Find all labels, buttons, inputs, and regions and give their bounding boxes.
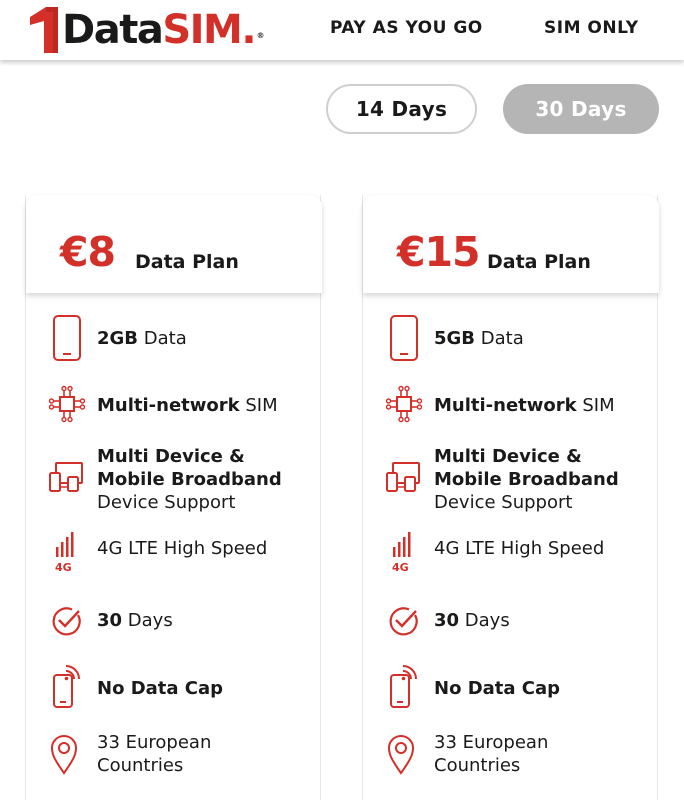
days-count: 30 xyxy=(434,610,460,631)
location-pin-icon xyxy=(385,733,423,783)
plan-card-header: €15 Data Plan xyxy=(363,195,659,293)
countries-line-2: Countries xyxy=(97,755,184,776)
plan-price: €15 xyxy=(397,228,481,276)
countries-line-1: 33 European xyxy=(97,732,212,753)
site-header: DataSIM. ® PAY AS YOU GO SIM ONLY xyxy=(0,0,684,60)
plan-label: Data Plan xyxy=(487,251,591,273)
svg-text:4G: 4G xyxy=(55,561,72,573)
speed-text: 4G LTE High Speed xyxy=(434,538,605,559)
speed-text: 4G LTE High Speed xyxy=(97,538,268,559)
device-line-2: Mobile Broadband xyxy=(97,469,282,490)
toggle-30-days[interactable]: 30 Days xyxy=(503,84,659,134)
signal-4g-icon: 4G xyxy=(385,529,423,579)
signal-4g-icon: 4G xyxy=(48,529,86,579)
device-line-2: Mobile Broadband xyxy=(434,469,619,490)
network-sim: SIM xyxy=(576,395,615,416)
countries-line-1: 33 European xyxy=(434,732,549,753)
logo-one-mark xyxy=(26,5,60,55)
network-chip-icon xyxy=(385,385,423,435)
registered-mark: ® xyxy=(256,31,265,40)
data-amount: 2GB xyxy=(97,328,139,349)
toggle-14-days[interactable]: 14 Days xyxy=(326,84,477,134)
phone-icon xyxy=(48,313,86,363)
days-count: 30 xyxy=(97,610,123,631)
data-unit: Data xyxy=(475,328,524,349)
days-unit: Days xyxy=(122,610,173,631)
network-type: Multi-network xyxy=(434,395,577,416)
device-line-3: Device Support xyxy=(434,492,573,513)
device-line-1: Multi Device & xyxy=(434,446,582,467)
nav-sim-only[interactable]: SIM ONLY xyxy=(544,18,639,38)
days-unit: Days xyxy=(459,610,510,631)
logo-wordmark: DataSIM. ® xyxy=(62,5,264,55)
plan-price: €8 xyxy=(60,228,116,276)
data-unit: Data xyxy=(138,328,187,349)
device-line-1: Multi Device & xyxy=(97,446,245,467)
svg-text:4G: 4G xyxy=(392,561,409,573)
data-amount: 5GB xyxy=(434,328,476,349)
cap-text: No Data Cap xyxy=(97,678,224,699)
phone-icon xyxy=(385,313,423,363)
network-chip-icon xyxy=(48,385,86,435)
check-circle-icon xyxy=(385,603,423,653)
countries-line-2: Countries xyxy=(434,755,521,776)
check-circle-icon xyxy=(48,603,86,653)
device-line-3: Device Support xyxy=(97,492,236,513)
multi-device-icon xyxy=(48,461,86,511)
location-pin-icon xyxy=(48,733,86,783)
phone-wifi-icon xyxy=(385,665,423,715)
multi-device-icon xyxy=(385,461,423,511)
plan-card-8: €8 Data Plan 2GB Data Multi-network SIM … xyxy=(25,195,322,800)
phone-wifi-icon xyxy=(48,665,86,715)
logo[interactable]: DataSIM. ® xyxy=(26,4,264,56)
plan-card-header: €8 Data Plan xyxy=(26,195,322,293)
plan-label: Data Plan xyxy=(135,251,239,273)
network-sim: SIM xyxy=(239,395,278,416)
network-type: Multi-network xyxy=(97,395,240,416)
cap-text: No Data Cap xyxy=(434,678,561,699)
nav-pay-as-you-go[interactable]: PAY AS YOU GO xyxy=(330,18,483,38)
plan-card-15: €15 Data Plan 5GB Data Multi-network SIM… xyxy=(362,195,659,800)
